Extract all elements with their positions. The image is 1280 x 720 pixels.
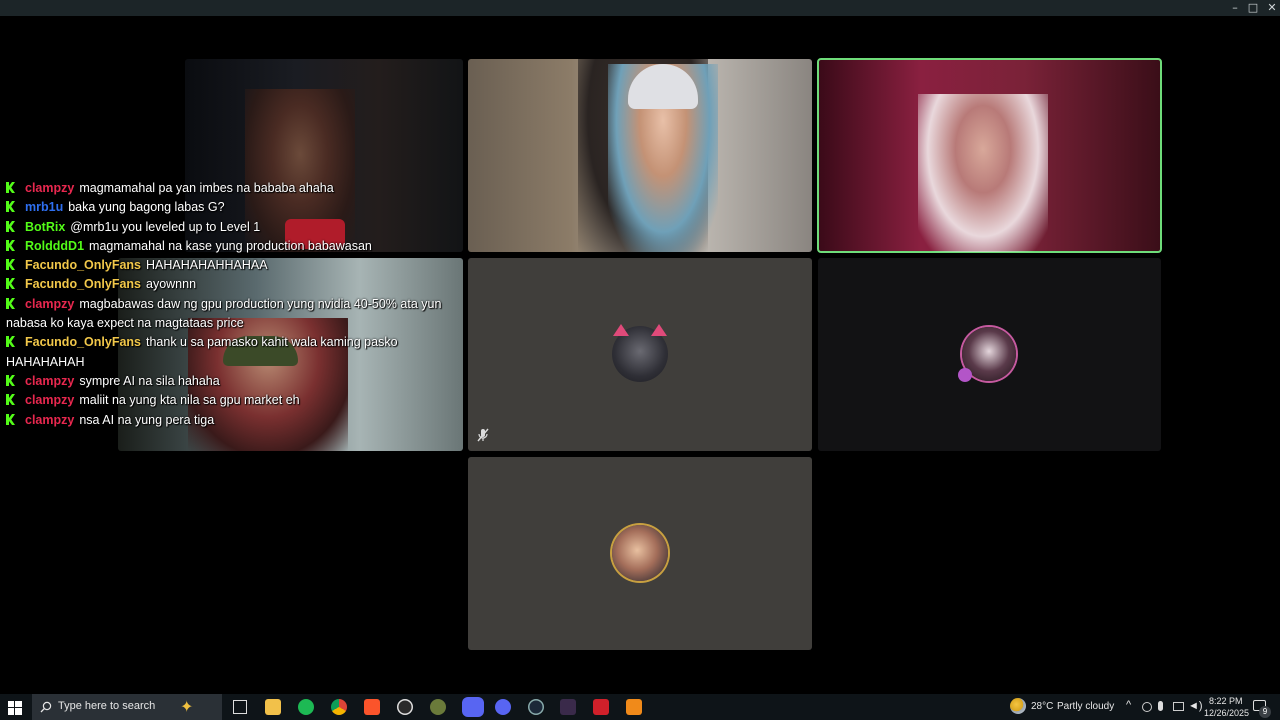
chat-text: magmamahal pa yan imbes na bababa ahaha [79,181,334,195]
copilot-sparkle-icon: ✦ [180,699,194,716]
notification-badge: 9 [1259,706,1271,718]
chat-text: nsa AI na yung pera tiga [79,412,215,427]
chat-username[interactable]: clampzy [25,297,74,311]
chat-username[interactable]: Facundo_OnlyFans [25,258,141,272]
chat-text: maliit na yung kta nila sa gpu market eh [79,393,300,408]
kick-badge-icon [6,334,15,348]
chevron-up-icon[interactable]: ^ [1126,699,1131,711]
kick-badge-icon [6,180,15,193]
windows-logo-icon [8,701,22,715]
mic-muted-icon [476,428,490,442]
chat-message: clampzy sympre AI na sila hahaha [6,372,466,391]
avatar-tile-selfie[interactable] [468,457,812,650]
weather-icon[interactable] [1010,698,1026,714]
maximize-button[interactable]: □ [1244,1,1262,15]
chat-username[interactable]: clampzy [25,181,74,195]
chat-text: baka yung bagong labas G? [68,200,225,215]
kick-badge-icon [6,373,15,386]
chrome-icon[interactable] [331,699,347,715]
chat-text: magmamahal na kase yung production babaw… [89,238,372,253]
chat-message: clampzy magmamahal pa yan imbes na bababa… [6,179,466,198]
window-titlebar [0,0,1280,16]
kick-badge-icon [6,392,15,406]
avatar-badge [958,368,972,382]
start-button[interactable] [8,701,22,715]
chat-username[interactable]: Facundo_OnlyFans [25,335,141,349]
file-explorer-icon[interactable] [265,699,281,715]
close-button[interactable]: ✕ [1263,1,1280,15]
chat-message: clampzy nsa AI na yung pera tiga [6,411,466,430]
spotify-icon[interactable] [298,699,314,715]
microphone-icon[interactable] [1158,701,1163,711]
search-placeholder: Type here to search [58,700,156,712]
chat-username[interactable]: Facundo_OnlyFans [25,277,141,291]
taskbar-search[interactable]: Type here to search ✦ [32,694,222,720]
chat-text: ayownnn [146,277,197,292]
wifi-icon[interactable] [1173,702,1184,711]
participant-avatar [612,525,668,581]
clock-date[interactable]: 12/26/2025 [1204,708,1249,718]
obs-icon[interactable] [397,699,413,715]
volume-icon[interactable]: ◄) [1188,700,1203,712]
chat-text: HAHAHAHAHHAHAA [146,258,268,273]
kick-badge-icon [6,296,15,309]
chat-message: mrb1u baka yung bagong labas G? [6,198,466,217]
chat-message: Facundo_OnlyFans HAHAHAHAHHAHAA [6,256,466,275]
chat-username[interactable]: RoldddD1 [25,239,84,253]
chat-message: Facundo_OnlyFans thank u sa pamasko kahit… [6,333,466,372]
discord-icon[interactable] [495,699,511,715]
kick-badge-icon [6,276,15,290]
app-v-icon[interactable] [560,699,576,715]
video-tile-active-speaker[interactable] [817,58,1162,253]
chat-username[interactable]: clampzy [25,413,74,427]
chat-text: @mrb1u you leveled up to Level 1 [70,219,261,234]
clock-time[interactable]: 8:22 PM [1209,696,1243,706]
chat-username[interactable]: clampzy [25,374,74,388]
kick-badge-icon [6,199,15,213]
cat-ear-left [613,324,629,336]
avatar-tile-cat-ears[interactable] [468,258,812,451]
video-tile-woman-white-cap[interactable] [468,59,812,252]
search-icon [40,700,52,713]
kick-badge-icon [6,238,15,251]
cat-ear-right [651,324,667,336]
weather-description[interactable]: Partly cloudy [1057,701,1114,712]
chat-message: clampzy magbabawas daw ng gpu production … [6,295,466,334]
minimize-button[interactable]: – [1226,1,1244,15]
chat-message: BotRix @mrb1u you leveled up to Level 1 [6,218,466,237]
avatar-tile-anime-girl[interactable] [818,258,1161,451]
kick-badge-icon [6,412,15,425]
app-red-icon[interactable] [593,699,609,715]
chat-message: RoldddD1 magmamahal na kase yung producti… [6,237,466,256]
chat-overlay: clampzy magmamahal pa yan imbes na bababa… [6,179,466,430]
app-orange-icon[interactable] [626,699,642,715]
chat-message: clampzy maliit na yung kta nila sa gpu ma… [6,391,466,410]
network-icon[interactable] [1142,702,1152,712]
steam-icon[interactable] [528,699,544,715]
app-globe-icon[interactable] [430,699,446,715]
kick-badge-icon [6,219,15,232]
task-view-icon[interactable] [233,700,247,714]
chat-username[interactable]: mrb1u [25,200,63,214]
weather-temp[interactable]: 28°C [1031,701,1053,712]
chat-text: sympre AI na sila hahaha [79,373,220,388]
brave-icon[interactable] [364,699,380,715]
chat-message: Facundo_OnlyFans ayownnn [6,275,466,294]
discord-active-icon[interactable] [462,697,484,717]
participant-video [918,94,1048,252]
kick-badge-icon [6,257,15,271]
chat-username[interactable]: clampzy [25,393,74,407]
chat-username[interactable]: BotRix [25,220,65,234]
